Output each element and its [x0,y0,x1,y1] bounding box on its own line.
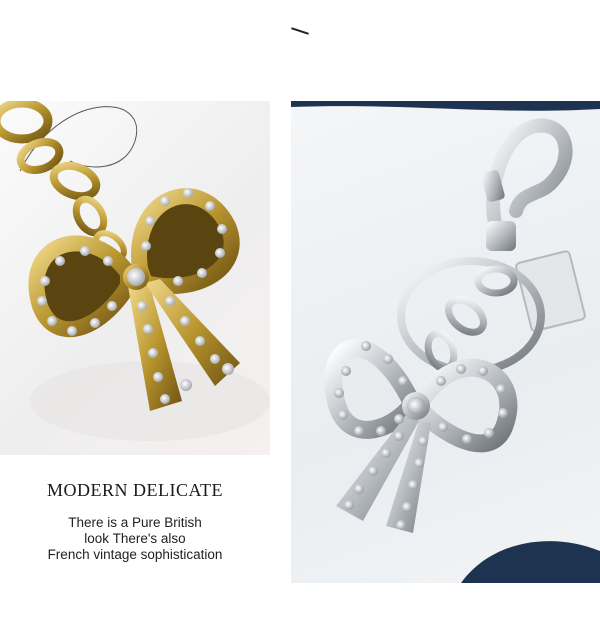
caption-line: There is a Pure British [68,515,202,530]
caption-block: MODERN DELICATE There is a Pure British … [0,480,270,563]
silver-bow-illustration [291,101,600,583]
gold-bow-keychain-photo [0,101,270,455]
decorative-dash [291,27,309,35]
caption-heading: MODERN DELICATE [47,480,223,500]
silver-bow-keychain-photo [291,101,600,583]
gold-bow-illustration [0,101,270,441]
caption-line: French vintage sophistication [47,547,223,562]
caption-line: look There's also [84,531,186,546]
